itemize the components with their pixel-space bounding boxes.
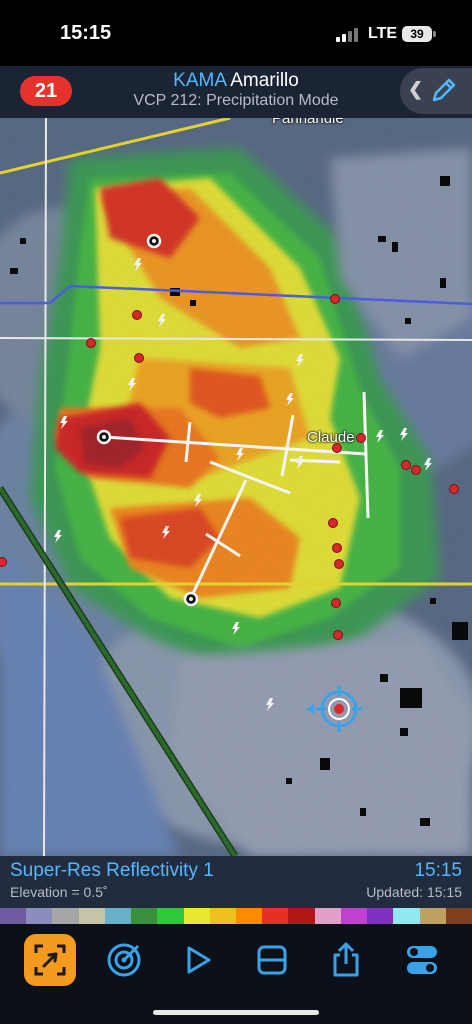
color-scale-segment (393, 908, 421, 924)
home-indicator[interactable] (153, 1010, 319, 1015)
network-type: LTE (368, 25, 398, 42)
elevation-angle: Elevation = 0.5˚ (10, 884, 108, 900)
play-button[interactable] (172, 934, 224, 986)
color-scale-segment (26, 908, 53, 924)
color-scale-segment (0, 908, 27, 924)
settings-toggle-button[interactable] (396, 934, 448, 986)
settings-toggle-icon (407, 946, 437, 974)
color-scale-segment (419, 908, 447, 924)
color-scale-segment (157, 908, 185, 924)
color-scale-segment (262, 908, 289, 924)
battery-tip (433, 31, 436, 37)
reflectivity-color-scale (0, 908, 472, 924)
color-scale-segment (131, 908, 158, 924)
station-title[interactable]: KAMA Amarillo (110, 70, 362, 92)
radar-imagery (0, 118, 472, 856)
color-scale-segment (183, 908, 211, 924)
product-info-bar[interactable]: Super-Res Reflectivity 1 Elevation = 0.5… (0, 856, 472, 908)
share-button[interactable] (320, 934, 372, 986)
crop-select-icon (34, 944, 66, 976)
station-name: Amarillo (230, 70, 299, 91)
color-scale-segment (78, 908, 106, 924)
scan-time: 15:15 (414, 860, 462, 881)
color-scale-segment (236, 908, 263, 924)
radar-target-button[interactable] (98, 934, 150, 986)
color-scale-segment (367, 908, 394, 924)
battery-icon: 39 (402, 26, 432, 42)
color-scale-segment (314, 908, 342, 924)
updated-time: Updated: 15:15 (366, 884, 462, 900)
station-code: KAMA (173, 70, 226, 91)
signal-strength-icon (336, 28, 362, 42)
color-scale-segment (104, 908, 132, 924)
radar-target-icon (107, 943, 141, 977)
status-bar: 15:15 LTE 39 (0, 0, 472, 66)
color-scale-segment (209, 908, 237, 924)
radar-map[interactable]: Panhandle Claude (0, 118, 472, 856)
color-scale-segment (288, 908, 316, 924)
play-icon (187, 946, 211, 974)
radar-header: 21 KAMA Amarillo VCP 212: Precipitation … (0, 66, 472, 118)
place-label-panhandle: Panhandle (272, 118, 344, 127)
alert-count-badge[interactable]: 21 (20, 76, 72, 106)
bottom-toolbar (0, 924, 472, 1024)
color-scale-segment (340, 908, 368, 924)
vcp-mode: VCP 212: Precipitation Mode (133, 92, 339, 109)
split-view-button[interactable] (246, 934, 298, 986)
place-label-claude: Claude (307, 429, 355, 446)
share-icon (333, 942, 359, 977)
crop-select-button[interactable] (24, 934, 76, 986)
product-name[interactable]: Super-Res Reflectivity 1 (10, 860, 214, 882)
color-scale-segment (445, 908, 472, 924)
color-scale-segment (52, 908, 80, 924)
chevron-left-icon[interactable]: ❮ (408, 79, 423, 100)
status-time: 15:15 (60, 22, 112, 44)
pencil-icon[interactable] (428, 74, 460, 106)
split-view-icon (257, 945, 287, 975)
